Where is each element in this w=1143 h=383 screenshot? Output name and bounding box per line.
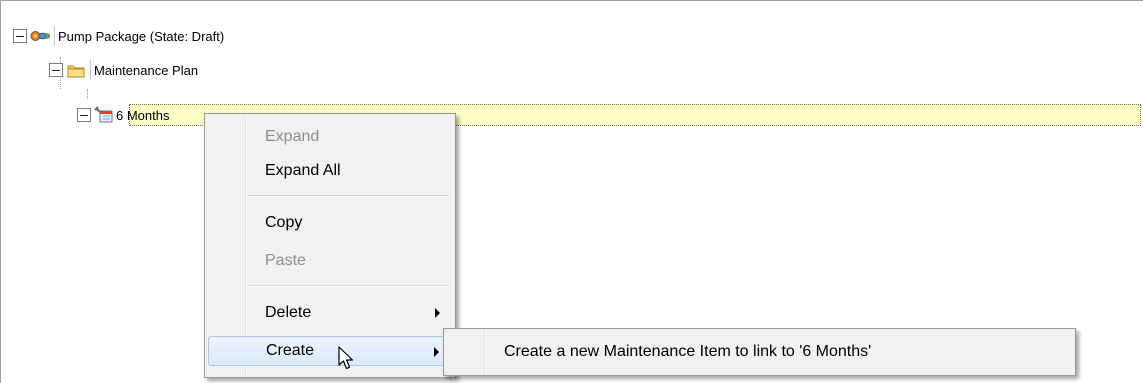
- submenu-arrow-icon: [434, 347, 439, 357]
- mouse-pointer-icon: [337, 346, 357, 377]
- tree-view[interactable]: Pump Package (State: Draft) Maintenance …: [0, 0, 1143, 383]
- create-submenu: Create a new Maintenance Item to link to…: [443, 328, 1076, 376]
- tree-node-label: Maintenance Plan: [94, 62, 199, 78]
- tree-node-label: Pump Package (State: Draft): [58, 28, 225, 44]
- menu-item-create[interactable]: Create: [208, 336, 452, 366]
- menu-item-create-maintenance-item[interactable]: Create a new Maintenance Item to link to…: [446, 333, 1073, 371]
- pump-package-icon: [30, 27, 50, 45]
- menu-item-delete[interactable]: Delete: [208, 298, 452, 328]
- maintenance-schedule-icon: [94, 106, 114, 124]
- menu-item-copy[interactable]: Copy: [208, 208, 452, 238]
- tree-node-label: 6 Months: [116, 107, 170, 123]
- collapse-toggle[interactable]: [13, 29, 27, 43]
- folder-icon: [66, 61, 86, 79]
- tree-connector-line: [87, 89, 88, 99]
- collapse-toggle[interactable]: [77, 108, 91, 122]
- tree-node-pump-package[interactable]: Pump Package (State: Draft): [13, 25, 224, 47]
- collapse-toggle[interactable]: [49, 63, 63, 77]
- tree-node-6-months[interactable]: 6 Months: [77, 104, 169, 126]
- node-separator: [90, 60, 91, 80]
- node-separator: [54, 26, 55, 46]
- tree-node-maintenance-plan[interactable]: Maintenance Plan: [49, 59, 198, 81]
- menu-item-expand[interactable]: Expand: [208, 122, 452, 152]
- context-menu: Expand Expand All Copy Paste Delete Crea…: [204, 113, 456, 378]
- menu-separator: [248, 285, 450, 287]
- menu-separator: [248, 195, 450, 197]
- submenu-arrow-icon: [435, 308, 440, 318]
- menu-item-expand-all[interactable]: Expand All: [208, 156, 452, 186]
- menu-item-paste[interactable]: Paste: [208, 246, 452, 276]
